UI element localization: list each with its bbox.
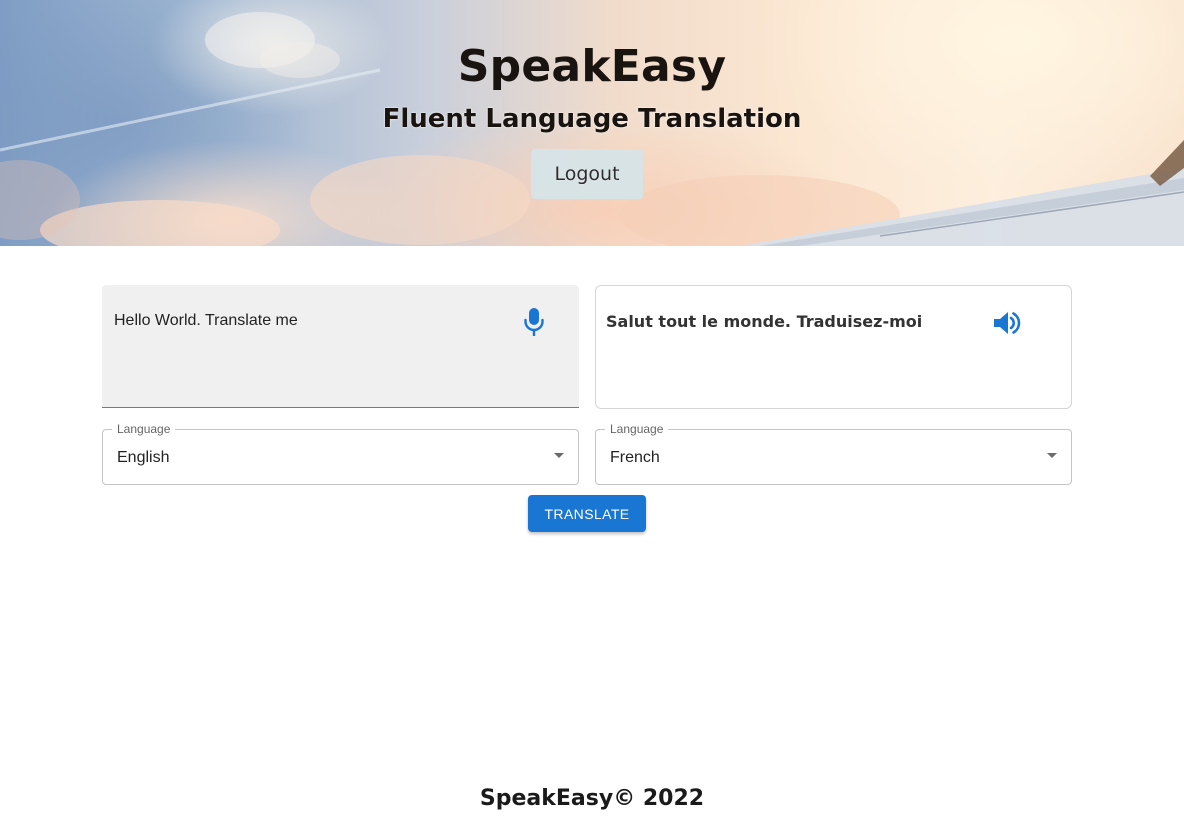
translated-text: Salut tout le monde. Traduisez-moi: [606, 312, 923, 331]
app-subtitle: Fluent Language Translation: [382, 104, 802, 134]
speaker-icon[interactable]: [991, 308, 1021, 338]
hero-banner: SpeakEasy Fluent Language Translation Lo…: [0, 0, 1184, 246]
target-language-select[interactable]: Language French: [595, 421, 1072, 485]
microphone-icon[interactable]: [522, 307, 546, 337]
source-language-select[interactable]: Language English: [102, 421, 579, 485]
translate-button[interactable]: TRANSLATE: [528, 495, 646, 532]
chevron-down-icon[interactable]: [554, 453, 564, 458]
logout-button[interactable]: Logout: [531, 149, 643, 199]
footer-copyright: SpeakEasy© 2022: [479, 786, 705, 811]
chevron-down-icon[interactable]: [1047, 453, 1057, 458]
source-text-input[interactable]: [114, 311, 494, 331]
translated-text-box: Salut tout le monde. Traduisez-moi: [595, 285, 1072, 409]
target-language-value: French: [610, 449, 660, 466]
source-language-value: English: [117, 449, 170, 466]
target-language-label: Language: [605, 421, 669, 437]
source-language-label: Language: [112, 421, 176, 437]
page: SpeakEasy Fluent Language Translation Lo…: [0, 0, 1184, 826]
source-text-field[interactable]: [102, 285, 579, 408]
app-title: SpeakEasy: [457, 41, 727, 92]
